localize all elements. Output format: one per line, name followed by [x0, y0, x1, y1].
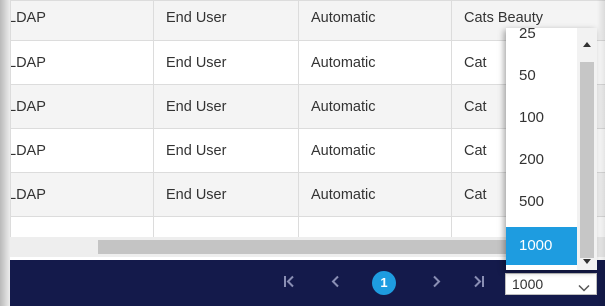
- next-page-button[interactable]: [422, 267, 452, 297]
- cell-provisioning: Automatic: [298, 128, 452, 173]
- dropdown-scrollbar[interactable]: [577, 28, 597, 270]
- cell-provisioning: Automatic: [298, 0, 452, 41]
- page-size-option-25[interactable]: 25: [506, 28, 577, 53]
- grid-left-edge: [0, 0, 10, 306]
- cell-source: LDAP: [10, 40, 154, 85]
- cell-provisioning: Automatic: [298, 172, 452, 217]
- chevron-down-icon: [578, 279, 590, 295]
- last-page-icon: [473, 272, 485, 293]
- cell-source: LDAP: [10, 128, 154, 173]
- page-size-option-200[interactable]: 200: [506, 141, 577, 179]
- chevron-right-icon: [432, 272, 442, 293]
- page-size-option-1000[interactable]: 1000: [506, 227, 577, 265]
- chevron-left-icon: [330, 272, 340, 293]
- page-button-current[interactable]: 1: [372, 271, 396, 295]
- cell-role: End User: [153, 128, 299, 173]
- page-size-option-50[interactable]: 50: [506, 57, 577, 95]
- page-size-dropdown: 25 50 100 200 500 1000: [506, 28, 597, 270]
- cell-role: End User: [153, 84, 299, 129]
- cell-provisioning: Automatic: [298, 40, 452, 85]
- cell-source: LDAP: [10, 0, 154, 41]
- data-grid-view: LDAP End User Automatic Cats Beauty LDAP…: [0, 0, 605, 306]
- horizontal-scrollbar-thumb[interactable]: [98, 240, 568, 254]
- page-size-value: 1000: [512, 276, 544, 292]
- cell-role: End User: [153, 172, 299, 217]
- page-size-select[interactable]: 1000: [505, 273, 597, 295]
- scroll-up-icon[interactable]: [581, 36, 593, 47]
- cell-source: LDAP: [10, 84, 154, 129]
- cell-source: LDAP: [10, 172, 154, 217]
- dropdown-scrollbar-thumb[interactable]: [580, 62, 594, 258]
- scroll-down-icon[interactable]: [581, 254, 593, 264]
- cell-role: End User: [153, 0, 299, 41]
- last-page-button[interactable]: [464, 267, 494, 297]
- page-size-option-500[interactable]: 500: [506, 183, 577, 221]
- first-page-icon: [283, 272, 295, 293]
- first-page-button[interactable]: [274, 267, 304, 297]
- page-size-option-100[interactable]: 100: [506, 99, 577, 137]
- cell-provisioning: Automatic: [298, 84, 452, 129]
- previous-page-button[interactable]: [320, 267, 350, 297]
- cell-role: End User: [153, 40, 299, 85]
